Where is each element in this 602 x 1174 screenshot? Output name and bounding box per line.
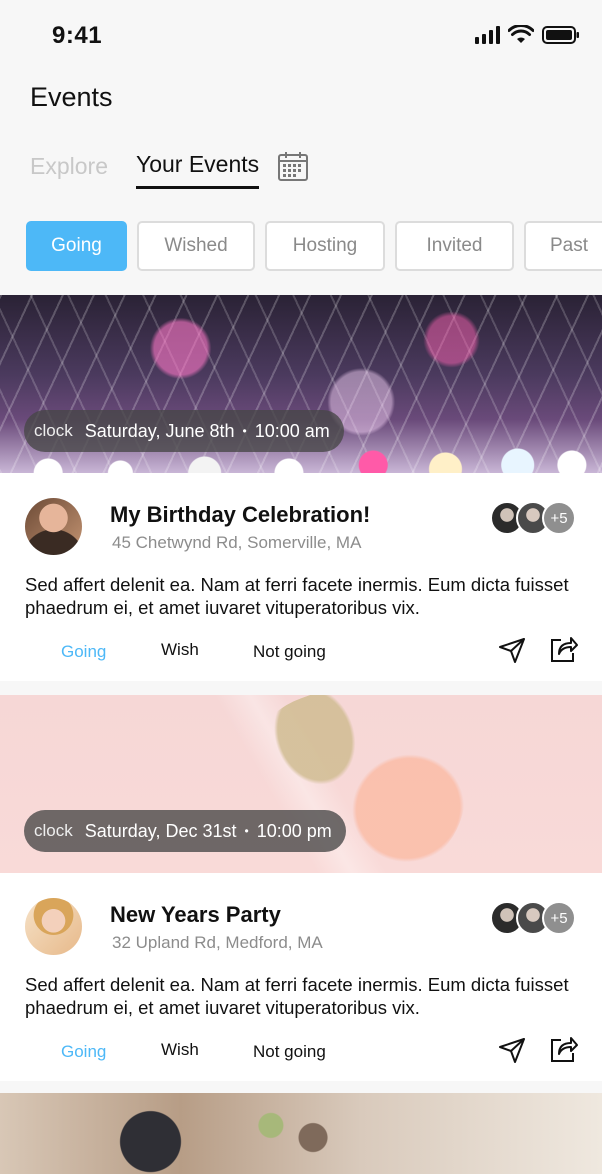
event-date: Saturday, June 8th: [84, 420, 235, 441]
calendar-icon[interactable]: [277, 150, 309, 182]
host-avatar[interactable]: [25, 498, 82, 555]
separator-dot: •: [242, 424, 247, 438]
going-button[interactable]: Going: [61, 1042, 106, 1062]
share-icon[interactable]: [549, 1034, 579, 1064]
host-avatar[interactable]: [25, 898, 82, 955]
filter-wished[interactable]: Wished: [137, 221, 255, 271]
filter-past[interactable]: Past: [524, 221, 602, 271]
page-title: Events: [30, 82, 113, 112]
event-time: 10:00 am: [254, 420, 330, 441]
battery-icon: [542, 26, 579, 44]
separator-dot: •: [244, 824, 249, 838]
event-description: Sed affert delenit ea. Nam at ferri face…: [25, 574, 569, 618]
event-title[interactable]: My Birthday Celebration!: [110, 502, 370, 528]
event-address: 45 Chetwynd Rd, Somerville, MA: [112, 533, 362, 552]
clock-icon: clock: [34, 421, 73, 440]
tab-bar: Explore Your Events: [30, 150, 309, 190]
tab-explore[interactable]: Explore: [30, 153, 108, 188]
wish-button[interactable]: Wish: [161, 640, 199, 660]
event-image[interactable]: [0, 1093, 602, 1174]
event-time-pill: clock Saturday, June 8th • 10:00 am: [24, 410, 344, 452]
tab-your-events[interactable]: Your Events: [135, 151, 260, 189]
signal-icon: [475, 26, 500, 44]
event-time-pill: clock Saturday, Dec 31st • 10:00 pm: [24, 810, 346, 852]
send-icon[interactable]: [498, 1036, 526, 1064]
event-card[interactable]: My Birthday Celebration! 45 Chetwynd Rd,…: [0, 473, 602, 681]
event-address: 32 Upland Rd, Medford, MA: [112, 933, 323, 952]
wish-button[interactable]: Wish: [161, 1040, 199, 1060]
attendee-avatars[interactable]: +5: [490, 901, 578, 935]
filter-going[interactable]: Going: [26, 221, 127, 271]
filter-invited[interactable]: Invited: [395, 221, 514, 271]
event-date: Saturday, Dec 31st: [84, 820, 237, 841]
more-attendees-badge: +5: [542, 901, 576, 935]
more-attendees-badge: +5: [542, 501, 576, 535]
status-icons: [475, 25, 580, 45]
status-time: 9:41: [52, 22, 103, 49]
clock-icon: clock: [34, 821, 73, 840]
filter-hosting[interactable]: Hosting: [265, 221, 385, 271]
share-icon[interactable]: [549, 634, 579, 664]
filter-bar: Going Wished Hosting Invited Past: [26, 221, 602, 271]
wifi-icon: [508, 25, 534, 43]
event-image[interactable]: clock Saturday, June 8th • 10:00 am: [0, 295, 602, 473]
rsvp-actions: Going Wish Not going: [0, 1036, 602, 1066]
event-card[interactable]: New Years Party 32 Upland Rd, Medford, M…: [0, 873, 602, 1081]
send-icon[interactable]: [498, 636, 526, 664]
rsvp-actions: Going Wish Not going: [0, 636, 602, 666]
going-button[interactable]: Going: [61, 642, 106, 662]
event-time: 10:00 pm: [256, 820, 332, 841]
status-bar: 9:41: [0, 0, 602, 72]
event-description: Sed affert delenit ea. Nam at ferri face…: [25, 974, 569, 1018]
not-going-button[interactable]: Not going: [253, 1042, 326, 1062]
attendee-avatars[interactable]: +5: [490, 501, 578, 535]
not-going-button[interactable]: Not going: [253, 642, 326, 662]
event-title[interactable]: New Years Party: [110, 902, 281, 928]
event-image[interactable]: clock Saturday, Dec 31st • 10:00 pm: [0, 695, 602, 873]
